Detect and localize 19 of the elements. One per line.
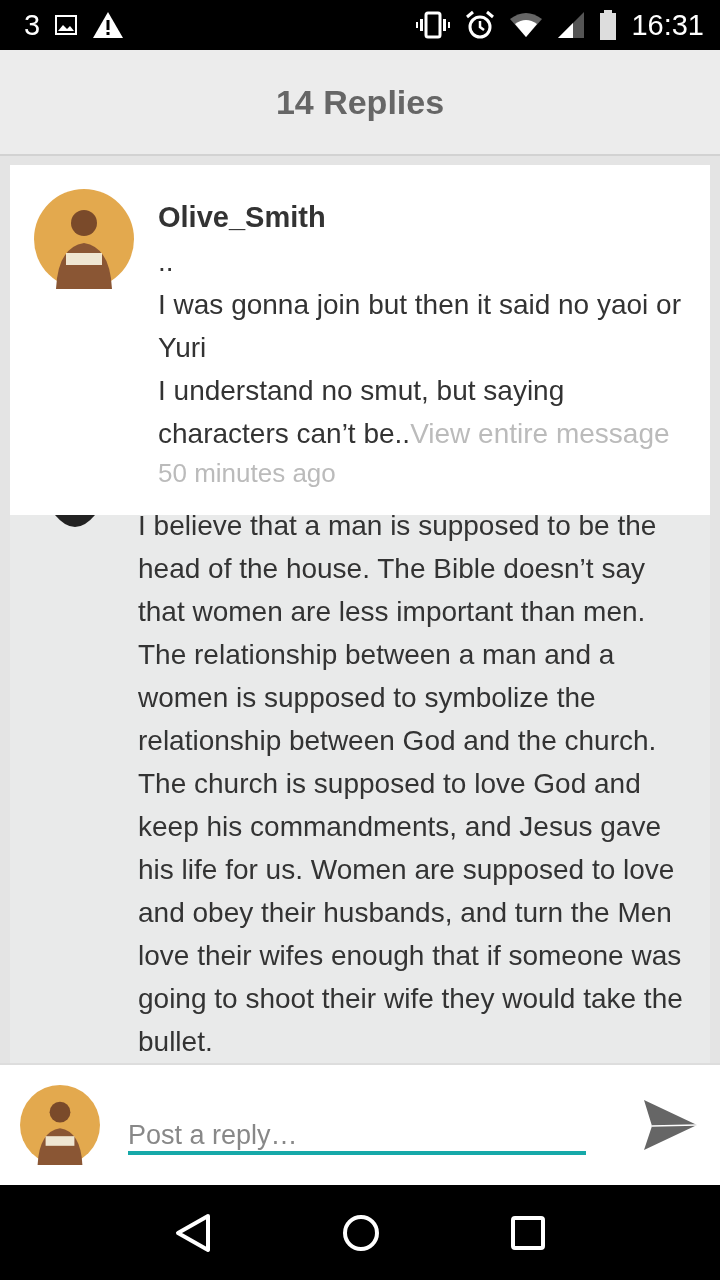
warning-icon (92, 11, 125, 39)
wifi-icon (509, 12, 544, 38)
send-icon[interactable] (642, 1099, 698, 1151)
reply-text: I believe that a man is supposed to be the head of the house. The Bible doesn’t say that women are less important than men. The relationship between a man and a women is supposed to symbolize the relationship between God and the church. The church is supposed to love God and keep his commandments, and Jesus gave his life for us. Women are supposed to love and obey their husbands, and turn the Men love their wifes enough that if someone was going to shoot their wife they would take the bullet. (138, 515, 684, 1059)
image-icon (54, 14, 79, 36)
vibrate-icon (415, 11, 452, 39)
recents-icon[interactable] (510, 1215, 545, 1250)
timestamp: 50 minutes ago (158, 457, 337, 490)
home-icon[interactable] (342, 1213, 380, 1252)
reply-input[interactable]: Post a reply… (128, 1119, 586, 1155)
clock: 16:31 (631, 8, 704, 42)
post-message: .. I was gonna join but then it said no yaoi or Yuri I understand no smut, but saying characters can’t be..View entire message (158, 245, 682, 451)
notification-count: 3 (24, 8, 41, 42)
page-title: 14 Replies (275, 82, 445, 122)
alarm-icon (465, 10, 496, 40)
signal-icon (557, 11, 586, 39)
author-name[interactable]: Olive_Smith (158, 201, 690, 234)
back-icon[interactable] (175, 1212, 212, 1253)
battery-icon (599, 10, 618, 40)
